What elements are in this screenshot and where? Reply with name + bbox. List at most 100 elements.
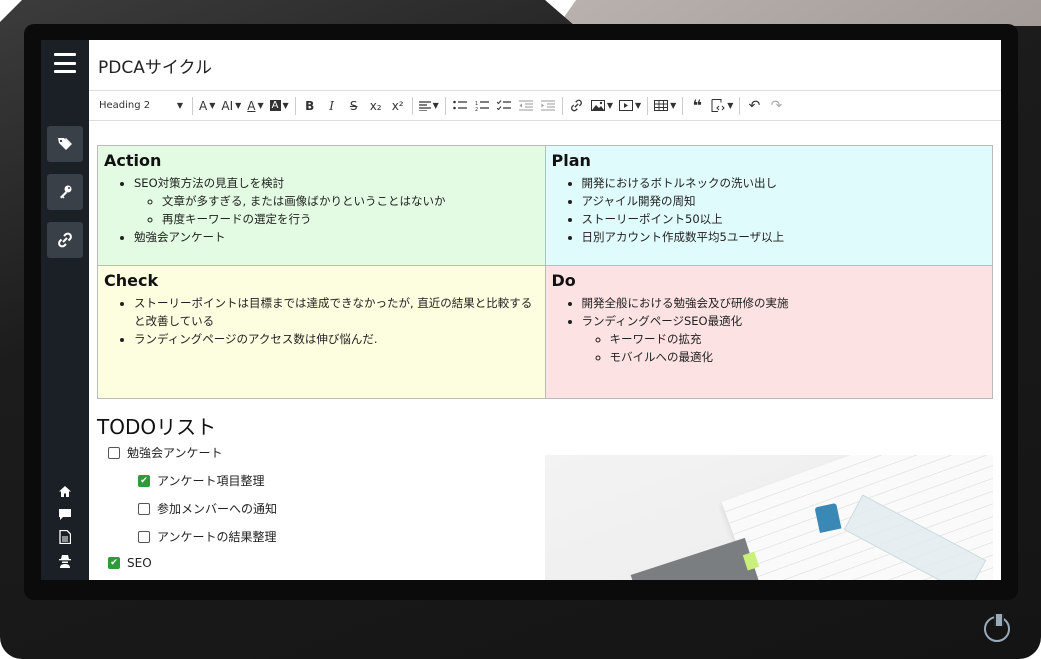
plan-list: 開発におけるボトルネックの洗い出し アジャイル開発の周知 ストーリーポイント50… [552, 174, 987, 246]
todo-item: 参加メンバーへの通知 [138, 500, 277, 517]
insert-table-button[interactable]: ▼ [651, 95, 679, 117]
font-color-icon: A [247, 98, 256, 113]
numbered-list-button[interactable]: 12 [471, 95, 493, 117]
home-icon[interactable] [57, 483, 73, 499]
desk-photo [545, 455, 993, 580]
list-item: アジャイル開発の周知 [582, 192, 987, 210]
chevron-down-icon: ▼ [209, 101, 216, 110]
list-item: ストーリーポイントは目標までは達成できなかったが, 直近の結果と比較すると改善し… [134, 294, 539, 330]
toolbar-divider [682, 96, 684, 115]
insert-media-button[interactable]: ▼ [616, 95, 644, 117]
app-screen: PDCAサイクル Heading 2 ▼ A ▼ AI ▼ A ▼ A ▼ B I S … [41, 40, 1001, 580]
toolbar-divider [411, 96, 413, 115]
indent-button[interactable] [537, 95, 559, 117]
font-size-icon: A [199, 98, 208, 113]
font-background-color-button[interactable]: A ▼ [267, 95, 292, 117]
undo-icon: ↶ [748, 97, 761, 114]
action-cell[interactable]: Action SEO対策方法の見直しを検討 文章が多すぎる, または画像ばかりと… [97, 145, 546, 266]
todo-item: ✔ アンケート項目整理 [138, 472, 265, 489]
list-item: 文章が多すぎる, または画像ばかりということはないか [162, 192, 539, 210]
bold-button[interactable]: B [299, 95, 321, 117]
todo-checkbox[interactable] [138, 502, 150, 515]
chevron-down-icon: ▼ [727, 101, 734, 110]
align-left-icon [418, 100, 431, 111]
italic-button[interactable]: I [321, 95, 343, 117]
plan-title: Plan [551, 151, 591, 170]
toolbar-divider [294, 96, 296, 115]
title-bar: PDCAサイクル [89, 40, 1001, 91]
todo-checkbox-checked[interactable]: ✔ [108, 557, 120, 569]
chevron-down-icon: ▼ [670, 101, 677, 110]
list-item: ストーリーポイント50以上 [582, 210, 987, 228]
redo-button[interactable]: ↷ [765, 95, 787, 117]
menu-icon[interactable] [54, 53, 76, 73]
todo-checkbox-checked[interactable]: ✔ [138, 474, 150, 487]
font-size-button[interactable]: A ▼ [196, 95, 218, 117]
key-icon[interactable] [47, 174, 83, 210]
action-list: SEO対策方法の見直しを検討 文章が多すぎる, または画像ばかりということはない… [104, 174, 539, 246]
tags-icon[interactable] [47, 126, 83, 162]
html-embed-button[interactable]: ▼ [708, 95, 736, 117]
bulleted-list-button[interactable] [449, 95, 471, 117]
subscript-button[interactable]: x₂ [365, 95, 387, 117]
toolbar-divider [647, 96, 649, 115]
toolbar-divider [561, 96, 563, 115]
list-item: 勉強会アンケート [134, 228, 539, 246]
check-cell[interactable]: Check ストーリーポイントは目標までは達成できなかったが, 直近の結果と比較… [97, 265, 546, 399]
check-title: Check [104, 271, 159, 290]
list-item: 開発におけるボトルネックの洗い出し [582, 174, 987, 192]
chevron-down-icon: ▼ [176, 101, 183, 110]
alignment-button[interactable]: ▼ [416, 95, 442, 117]
indent-icon [540, 100, 555, 111]
heading-select[interactable]: Heading 2 ▼ [93, 95, 189, 117]
blockquote-button[interactable]: ❝ [686, 95, 708, 117]
table-icon [654, 100, 669, 111]
editor-content[interactable]: Action SEO対策方法の見直しを検討 文章が多すぎる, または画像ばかりと… [89, 122, 1001, 580]
comment-icon[interactable] [57, 506, 73, 522]
page-title[interactable]: PDCAサイクル [98, 53, 212, 78]
plan-cell[interactable]: Plan 開発におけるボトルネックの洗い出し アジャイル開発の周知 ストーリーポ… [544, 145, 993, 266]
user-secret-icon[interactable] [57, 553, 73, 569]
action-sub-list: 文章が多すぎる, または画像ばかりということはないか 再度キーワードの選定を行う [134, 192, 539, 228]
html-embed-icon [711, 99, 725, 112]
undo-button[interactable]: ↶ [743, 95, 765, 117]
todo-item-label: 参加メンバーへの通知 [157, 502, 278, 516]
list-item-text: SEO対策方法の見直しを検討 [134, 176, 285, 190]
todo-item: ✔ SEO [108, 556, 152, 570]
font-color-button[interactable]: A ▼ [244, 95, 266, 117]
insert-image-button[interactable]: ▼ [588, 95, 616, 117]
link-button[interactable] [566, 95, 588, 117]
font-family-icon: AI [221, 98, 234, 113]
todo-item: アンケートの結果整理 [138, 528, 277, 545]
chevron-down-icon: ▼ [634, 101, 642, 110]
todo-list-button[interactable] [493, 95, 515, 117]
toolbar-divider [739, 96, 741, 115]
do-cell[interactable]: Do 開発全般における勉強会及び研修の実施 ランディングページSEO最適化 キー… [544, 265, 993, 399]
link-icon[interactable] [47, 222, 83, 258]
list-item: ランディングページのアクセス数は伸び悩んだ. [134, 330, 539, 348]
superscript-button[interactable]: x² [387, 95, 409, 117]
todo-item-label: 勉強会アンケート [127, 446, 223, 460]
outdent-button[interactable] [515, 95, 537, 117]
media-icon [618, 100, 633, 111]
chevron-down-icon: ▼ [606, 101, 613, 110]
link-icon [571, 99, 583, 112]
action-title: Action [104, 151, 162, 170]
power-button-icon[interactable] [984, 614, 1010, 642]
strikethrough-button[interactable]: S [343, 95, 365, 117]
do-list: 開発全般における勉強会及び研修の実施 ランディングページSEO最適化 キーワード… [552, 294, 987, 366]
font-family-button[interactable]: AI ▼ [218, 95, 244, 117]
todo-checkbox[interactable] [138, 530, 150, 543]
todo-checkbox[interactable] [108, 446, 120, 459]
todo-item-label: アンケートの結果整理 [157, 530, 277, 544]
chevron-down-icon: ▼ [282, 101, 289, 110]
check-list: ストーリーポイントは目標までは達成できなかったが, 直近の結果と比較すると改善し… [104, 294, 539, 348]
pdca-table: Action SEO対策方法の見直しを検討 文章が多すぎる, または画像ばかりと… [97, 145, 993, 399]
document-icon[interactable] [57, 529, 73, 545]
list-item: 再度キーワードの選定を行う [162, 210, 539, 228]
do-title: Do [551, 271, 576, 290]
do-sub-list: キーワードの拡充 モバイルへの最適化 [582, 330, 987, 366]
redo-icon: ↷ [770, 97, 783, 114]
image-icon [590, 100, 605, 111]
chevron-down-icon: ▼ [235, 101, 242, 110]
